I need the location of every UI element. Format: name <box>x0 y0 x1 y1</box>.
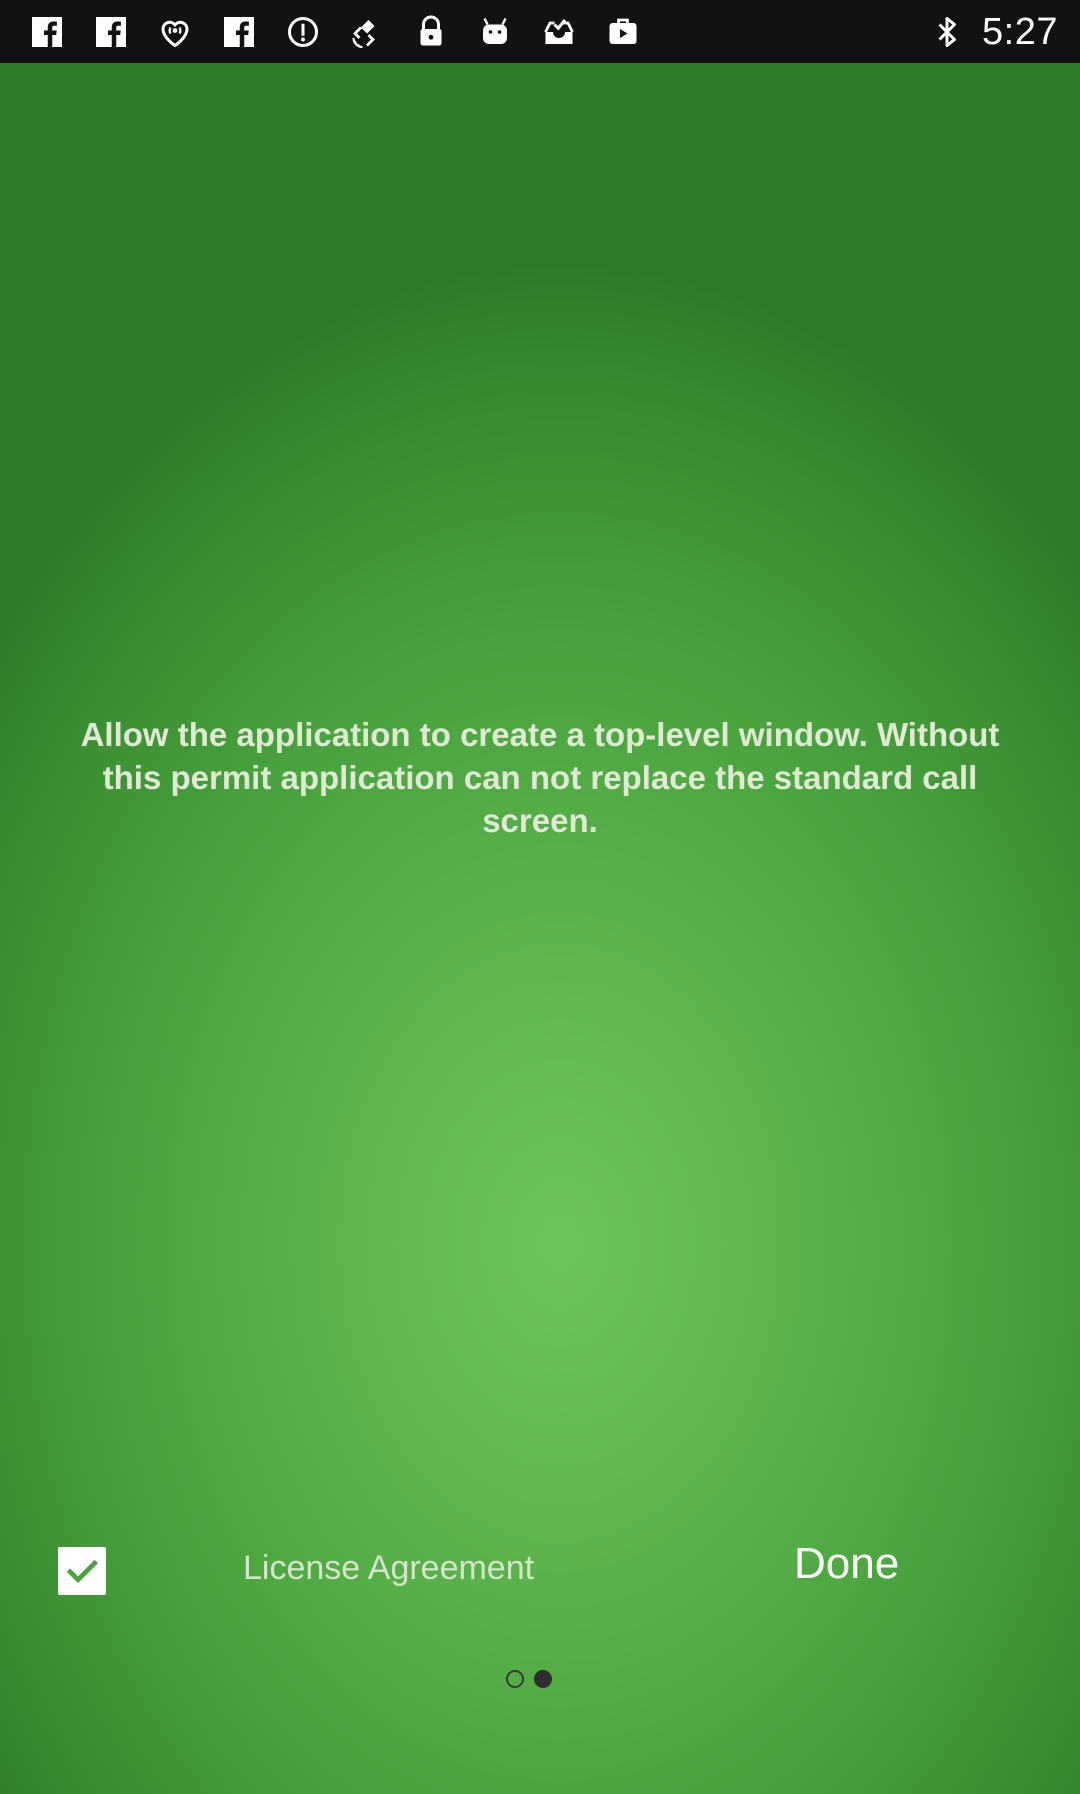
bluetooth-icon <box>928 14 966 50</box>
iheartradio-icon <box>156 14 194 50</box>
status-bar: 5:27 <box>0 0 1080 63</box>
info-circle-icon <box>284 14 322 50</box>
permission-screen: Allow the application to create a top-le… <box>0 63 1080 1794</box>
license-agreement-link[interactable]: License Agreement <box>243 1549 534 1588</box>
license-checkbox[interactable] <box>58 1547 106 1595</box>
android-icon <box>476 14 514 50</box>
permission-message: Allow the application to create a top-le… <box>80 716 1000 839</box>
page-indicator <box>506 1667 552 1691</box>
system-icons: 5:27 <box>928 10 1058 54</box>
footer-row: License Agreement Done <box>0 1533 1080 1609</box>
fake-gps-icon <box>348 14 386 50</box>
page-dot-2 <box>534 1670 552 1688</box>
briefcase-play-icon <box>604 14 642 50</box>
facebook-icon <box>28 14 66 50</box>
lock-icon <box>412 14 450 50</box>
clock: 5:27 <box>982 10 1058 53</box>
inbox-check-icon <box>540 14 578 50</box>
check-icon <box>66 1559 99 1584</box>
facebook-icon <box>220 14 258 50</box>
facebook-icon <box>92 14 130 50</box>
notification-icons <box>28 14 642 50</box>
done-button[interactable]: Done <box>794 1539 899 1589</box>
page-dot-1 <box>506 1670 524 1688</box>
